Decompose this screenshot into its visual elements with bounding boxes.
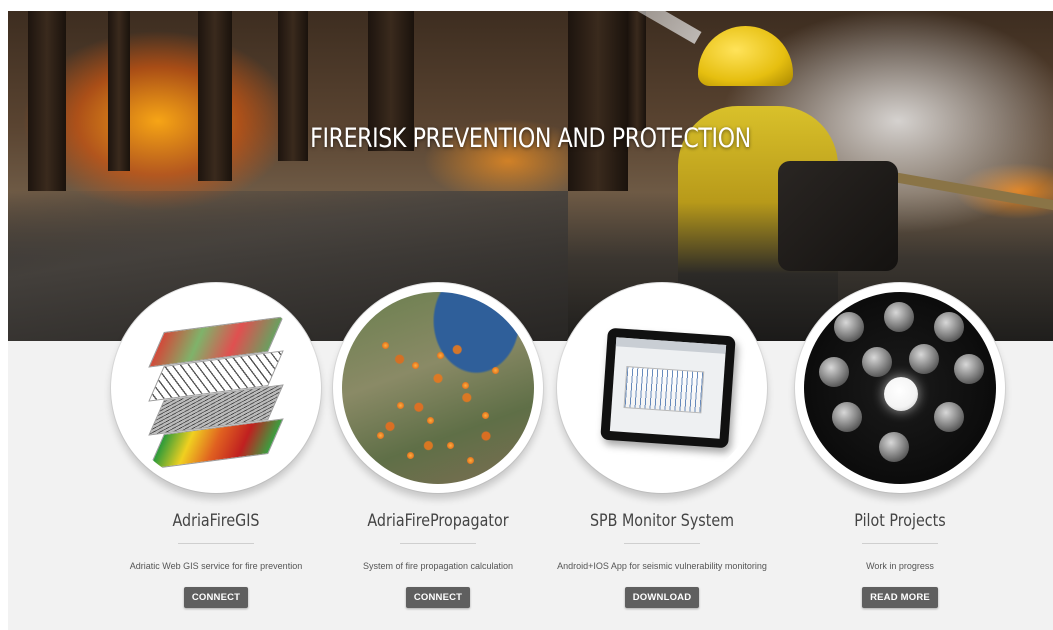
- bulb: [884, 302, 914, 332]
- card-image-circle[interactable]: [333, 283, 543, 493]
- download-button[interactable]: DOWNLOAD: [624, 587, 700, 608]
- tablet-device: [600, 327, 736, 449]
- divider: [400, 543, 476, 544]
- fire-point: [437, 352, 444, 359]
- connect-button[interactable]: CONNECT: [183, 587, 249, 608]
- fire-point: [492, 367, 499, 374]
- card-adriafiregis: AdriaFireGIS Adriatic Web GIS service fo…: [104, 283, 328, 608]
- fire-point: [382, 342, 389, 349]
- bulb: [909, 344, 939, 374]
- bulb: [862, 347, 892, 377]
- fire-point: [462, 382, 469, 389]
- tree-trunk: [628, 11, 646, 131]
- card-spb-monitor-system: SPB Monitor System Android+IOS App for s…: [550, 283, 774, 608]
- tree-trunk: [568, 11, 628, 191]
- divider: [862, 543, 938, 544]
- firefighter-helmet: [698, 26, 793, 86]
- fire-point: [427, 417, 434, 424]
- card-title: Pilot Projects: [854, 511, 946, 531]
- tablet-screen: [609, 337, 727, 439]
- card-image-circle[interactable]: [111, 283, 321, 493]
- tree-trunk: [28, 11, 66, 191]
- app-toolbar: [615, 337, 727, 354]
- connect-button[interactable]: CONNECT: [405, 587, 471, 608]
- bulb: [954, 354, 984, 384]
- card-title: AdriaFirePropagator: [367, 511, 509, 531]
- tree-trunk: [198, 11, 232, 181]
- card-description: Adriatic Web GIS service for fire preven…: [129, 561, 303, 571]
- firefighter-backpack: [778, 161, 898, 271]
- fire-hose: [888, 171, 1053, 211]
- bulb: [934, 312, 964, 342]
- fire-map-image: [342, 292, 534, 484]
- card-image-circle[interactable]: [795, 283, 1005, 493]
- seismic-chart: [623, 366, 705, 414]
- bulb: [879, 432, 909, 462]
- divider: [178, 543, 254, 544]
- divider: [624, 543, 700, 544]
- card-pilot-projects: Pilot Projects Work in progress READ MOR…: [788, 283, 1012, 608]
- lit-bulb: [884, 377, 918, 411]
- tablet-image: [566, 292, 758, 484]
- bulb: [934, 402, 964, 432]
- gis-layers-image: [120, 292, 312, 484]
- card-title: SPB Monitor System: [589, 511, 735, 531]
- light-bulbs-image: [804, 292, 996, 484]
- fire-point: [447, 442, 454, 449]
- card-adriafirepropagator: AdriaFirePropagator System of fire propa…: [326, 283, 550, 608]
- card-title: AdriaFireGIS: [172, 511, 260, 531]
- hero-title: FIRERISK PREVENTION AND PROTECTION: [310, 123, 751, 154]
- bulb: [819, 357, 849, 387]
- card-description: System of fire propagation calculation: [362, 561, 514, 571]
- fire-point: [412, 362, 419, 369]
- fire-point: [377, 432, 384, 439]
- bulb: [832, 402, 862, 432]
- read-more-button[interactable]: READ MORE: [862, 587, 938, 608]
- page-frame: FIRERISK PREVENTION AND PROTECTION Adria…: [8, 11, 1053, 630]
- card-description: Work in progress: [866, 561, 934, 571]
- card-description: Android+IOS App for seismic vulnerabilit…: [557, 561, 767, 571]
- card-image-circle[interactable]: [557, 283, 767, 493]
- fire-point: [467, 457, 474, 464]
- bulb: [834, 312, 864, 342]
- fire-point: [407, 452, 414, 459]
- fire-point: [482, 412, 489, 419]
- fire-point: [397, 402, 404, 409]
